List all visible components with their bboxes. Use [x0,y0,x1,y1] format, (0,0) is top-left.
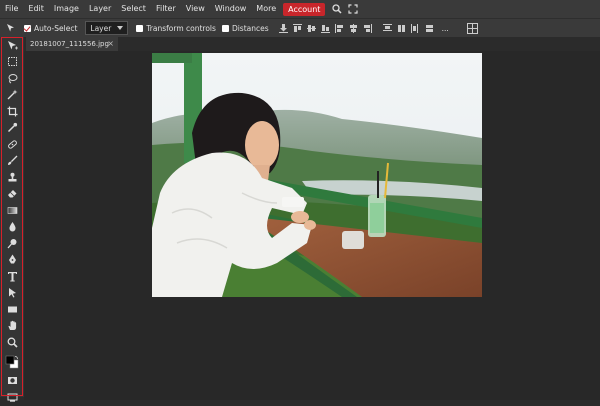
marquee-tool-icon [7,57,17,67]
document-tabs: 20181007_111556.jpg × [24,37,600,51]
dodge-tool-icon [7,238,16,249]
menu-more[interactable]: More [251,0,281,18]
download-icon[interactable] [279,23,289,33]
align-middle-icon[interactable] [307,23,317,33]
type-tool[interactable] [0,268,24,285]
distribute-left-icon[interactable] [411,23,421,33]
lasso-tool-icon [8,73,17,84]
hand-tool[interactable] [0,318,24,335]
auto-select-checkbox[interactable] [24,24,31,32]
layer-select[interactable]: Layer [85,21,129,35]
more-options[interactable]: ... [442,24,449,33]
magic-wand-tool[interactable] [0,87,24,104]
hand-tool-icon [8,320,16,331]
quick-mask-icon [7,377,17,385]
magic-wand-icon [7,89,17,100]
align-right-icon[interactable] [363,23,373,33]
lasso-tool[interactable] [0,70,24,87]
color-swatches[interactable] [0,351,24,373]
menu-view[interactable]: View [181,0,210,18]
transform-controls-label: Transform controls [146,23,216,33]
move-tool-icon [7,40,18,50]
marquee-tool[interactable] [0,54,24,71]
brush-tool[interactable] [0,153,24,170]
search-icon[interactable] [331,3,343,15]
transform-controls-checkbox[interactable] [136,24,144,32]
document-image[interactable] [152,53,482,297]
blur-tool[interactable] [0,219,24,236]
layer-select-value: Layer [90,23,112,33]
distribute-top-icon[interactable] [383,23,393,33]
dodge-tool[interactable] [0,235,24,252]
gradient-tool-icon [7,206,17,214]
shape-tool[interactable] [0,301,24,318]
quick-mask[interactable] [0,373,24,390]
document-tab[interactable]: 20181007_111556.jpg × [26,37,118,51]
zoom-tool-icon [7,337,18,348]
menu-account[interactable]: Account [283,2,326,16]
clone-stamp-icon [8,172,16,182]
align-center-icon[interactable] [349,23,359,33]
eyedropper-icon [7,123,17,133]
eraser-tool[interactable] [0,186,24,203]
distribute-center-icon[interactable] [425,23,435,33]
move-tool[interactable] [0,37,24,54]
screen-mode-icon [7,393,17,402]
menu-edit[interactable]: Edit [23,0,49,18]
shape-tool-icon [7,306,17,313]
close-icon[interactable]: × [107,39,114,48]
grid-icon[interactable] [467,22,479,34]
options-bar: Auto-Select Layer Transform controls Dis… [0,18,600,37]
move-tool-options-icon[interactable] [4,21,18,35]
distribute-middle-icon[interactable] [397,23,407,33]
pen-tool-icon [8,254,16,264]
eyedropper-tool[interactable] [0,120,24,137]
tools-panel [0,37,24,402]
path-select-icon [8,288,16,298]
healing-brush-tool[interactable] [0,136,24,153]
document-tab-title: 20181007_111556.jpg [30,40,109,48]
brush-tool-icon [7,155,17,166]
path-select-tool[interactable] [0,285,24,302]
pen-tool[interactable] [0,252,24,269]
eraser-icon [7,190,16,198]
type-tool-icon [7,271,17,282]
fullscreen-icon[interactable] [347,3,359,15]
screen-mode[interactable] [0,389,24,406]
color-swatches-icon [5,355,19,368]
crop-tool-icon [7,106,17,117]
crop-tool[interactable] [0,103,24,120]
menu-layer[interactable]: Layer [84,0,116,18]
clone-stamp-tool[interactable] [0,169,24,186]
menu-bar: File Edit Image Layer Select Filter View… [0,0,600,18]
zoom-tool[interactable] [0,334,24,351]
align-top-icon[interactable] [293,23,303,33]
gradient-tool[interactable] [0,202,24,219]
menu-file[interactable]: File [0,0,23,18]
healing-brush-icon [7,140,17,149]
menu-select[interactable]: Select [116,0,151,18]
auto-select-label: Auto-Select [34,23,78,33]
menu-filter[interactable]: Filter [151,0,181,18]
align-bottom-icon[interactable] [321,23,331,33]
blur-tool-icon [8,222,16,232]
align-left-icon[interactable] [335,23,345,33]
chevron-down-icon [117,26,124,30]
menu-window[interactable]: Window [210,0,252,18]
distances-checkbox[interactable] [221,24,229,32]
distances-label: Distances [231,23,269,33]
menu-image[interactable]: Image [49,0,84,18]
